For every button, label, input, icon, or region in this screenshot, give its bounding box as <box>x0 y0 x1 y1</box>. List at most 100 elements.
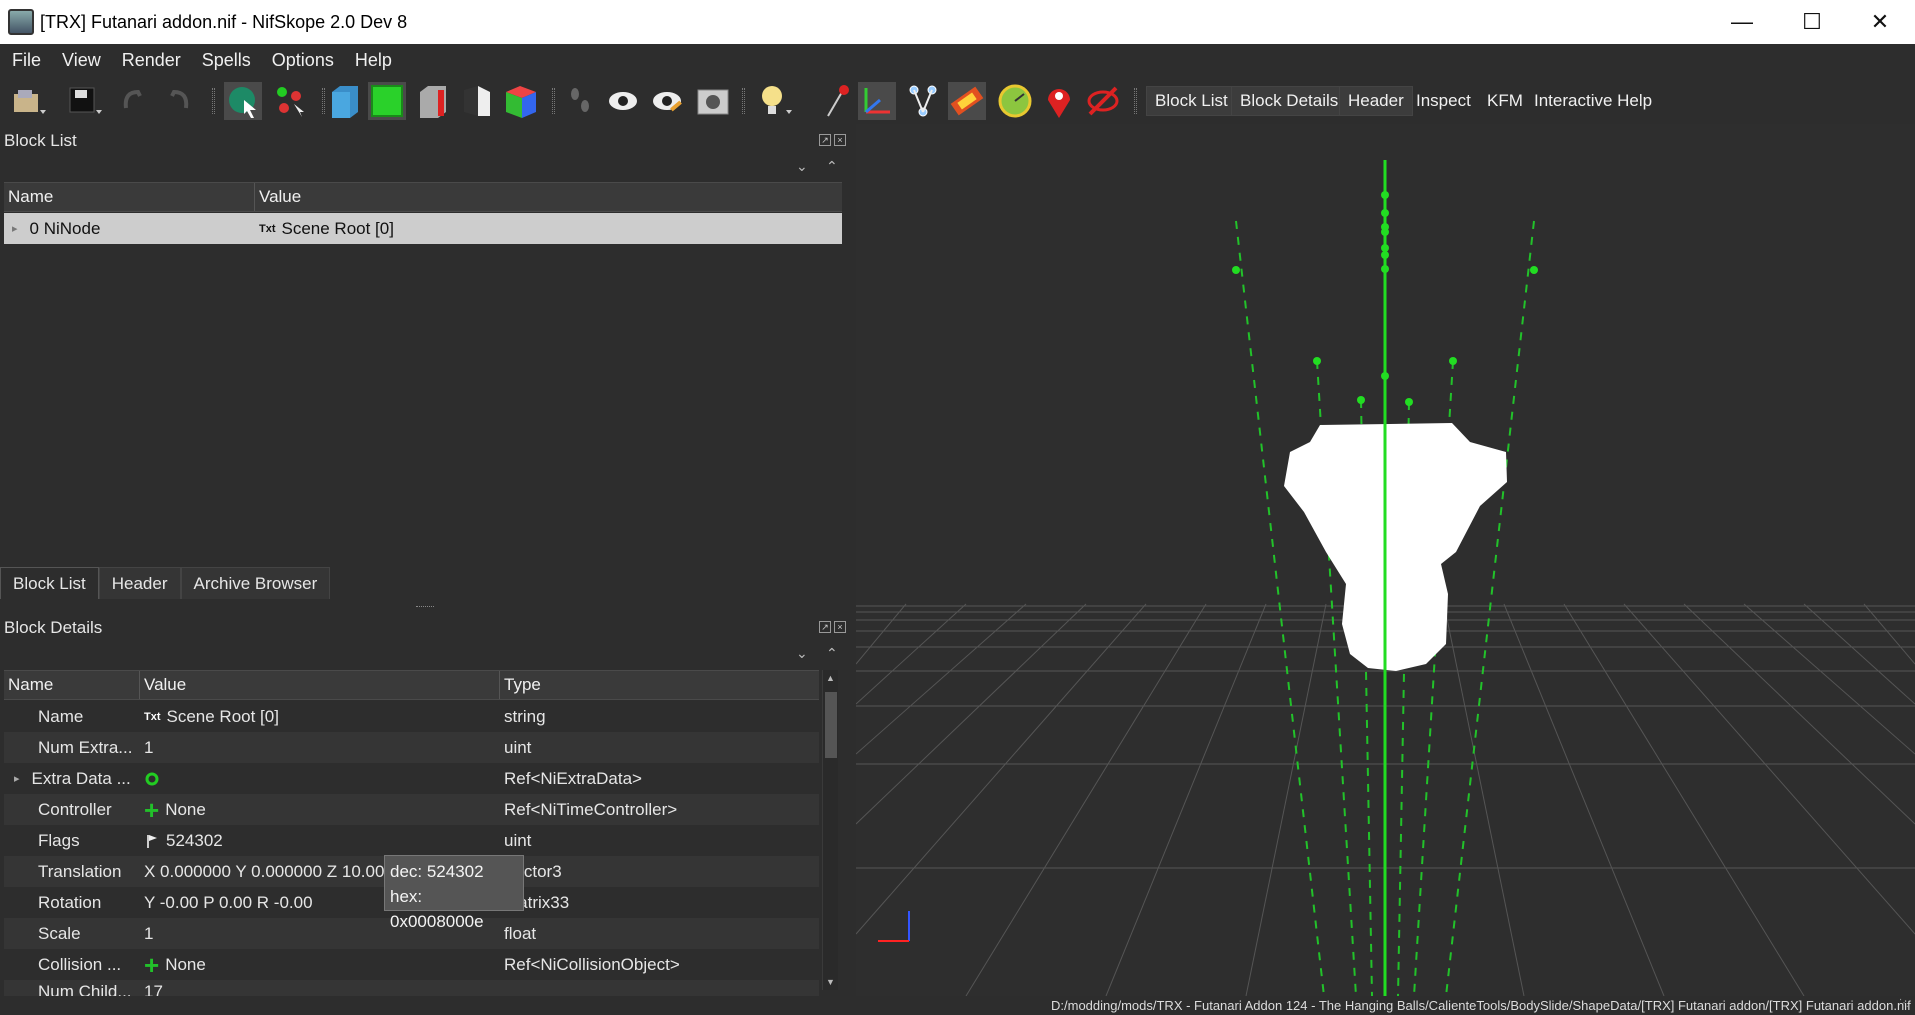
splitter-handle[interactable] <box>0 599 852 611</box>
field-name: Collision ... <box>38 954 122 974</box>
red-cube-icon[interactable] <box>414 82 452 120</box>
hide-eye-icon[interactable] <box>1084 82 1122 120</box>
toggle-block-list-button[interactable]: Block List <box>1146 86 1237 116</box>
field-value[interactable]: 1 <box>140 738 500 758</box>
table-row[interactable]: Name Txt Scene Root [0] string <box>4 701 819 732</box>
save-icon[interactable] <box>66 82 104 120</box>
window-title: [TRX] Futanari addon.nif - NifSkope 2.0 … <box>40 11 408 32</box>
column-value-header[interactable]: Value <box>140 671 500 699</box>
table-row[interactable]: ▸ 0 NiNode Txt Scene Root [0] <box>4 213 842 244</box>
marker-icon[interactable] <box>1040 82 1078 120</box>
minimize-button[interactable]: — <box>1707 0 1777 44</box>
add-icon[interactable]: + <box>144 955 159 975</box>
table-row[interactable]: ▸ Extra Data ... Ref<NiExtraData> <box>4 763 819 794</box>
column-type-header[interactable]: Type <box>500 671 819 699</box>
menu-render[interactable]: Render <box>110 50 190 71</box>
panel-tabs: Block List Header Archive Browser <box>0 567 852 599</box>
table-row[interactable]: Num Child... 17 <box>4 980 819 996</box>
block-list-table-header: Name Value <box>4 182 842 212</box>
float-icon[interactable]: ↗ <box>819 134 831 146</box>
menu-view[interactable]: View <box>50 50 110 71</box>
double-sided-icon[interactable] <box>458 82 496 120</box>
field-value[interactable]: 524302 <box>166 831 223 851</box>
table-row[interactable]: Collision ... + None Ref<NiCollisionObjec… <box>4 949 819 980</box>
field-name: Num Child... <box>38 982 132 996</box>
footprints-icon[interactable] <box>562 82 600 120</box>
close-button[interactable]: ✕ <box>1845 0 1915 44</box>
block-details-panel-header: Block Details ↗ × <box>0 613 852 643</box>
scroll-up-icon[interactable]: ▲ <box>826 673 835 683</box>
flag-icon <box>147 834 157 848</box>
expand-arrow-icon[interactable]: ▸ <box>12 222 18 235</box>
maximize-button[interactable]: ☐ <box>1777 0 1847 44</box>
havok-icon[interactable] <box>948 82 986 120</box>
toolbar: Block List Block Details Header Inspect … <box>0 76 1915 124</box>
block-details-title: Block Details <box>4 618 103 637</box>
close-icon[interactable]: × <box>834 134 846 146</box>
load-icon[interactable] <box>10 82 48 120</box>
toggle-block-details-button[interactable]: Block Details <box>1231 86 1348 116</box>
float-icon[interactable]: ↗ <box>819 621 831 633</box>
scrollbar-thumb[interactable] <box>825 692 837 758</box>
menu-help[interactable]: Help <box>343 50 401 71</box>
block-details-table-header: Name Value Type <box>4 670 819 700</box>
collapse-all-icon[interactable]: ⌄ <box>796 645 808 662</box>
collapse-all-icon[interactable]: ⌄ <box>796 158 808 175</box>
text-type-icon: Txt <box>144 710 161 723</box>
constraint-icon[interactable] <box>996 82 1034 120</box>
column-name-header[interactable]: Name <box>4 183 255 211</box>
menu-options[interactable]: Options <box>260 50 343 71</box>
pin-point-icon[interactable] <box>818 82 856 120</box>
column-value-header[interactable]: Value <box>255 183 842 211</box>
textured-cube-icon[interactable] <box>368 82 406 120</box>
select-vertex-icon[interactable] <box>272 82 310 120</box>
axes-icon[interactable] <box>858 82 896 120</box>
column-name-header[interactable]: Name <box>4 671 140 699</box>
add-icon[interactable]: + <box>144 800 159 820</box>
resize-grip-icon[interactable]: ⋱ <box>1899 998 1909 1009</box>
axis-gizmo <box>878 911 910 942</box>
field-name: Scale <box>38 923 81 943</box>
eye-icon[interactable] <box>604 82 642 120</box>
table-row[interactable]: Flags 524302 uint <box>4 825 819 856</box>
expand-all-icon[interactable]: ⌃ <box>826 158 838 175</box>
title-bar: [TRX] Futanari addon.nif - NifSkope 2.0 … <box>0 0 1915 44</box>
select-object-icon[interactable] <box>224 82 262 120</box>
field-type: Ref<NiTimeController> <box>504 799 678 819</box>
dock-buttons: ↗ × <box>819 134 846 146</box>
expand-arrow-icon[interactable]: ▸ <box>14 772 20 785</box>
table-row[interactable]: Controller + None Ref<NiTimeController> <box>4 794 819 825</box>
field-name: Extra Data ... <box>31 768 131 788</box>
scroll-down-icon[interactable]: ▼ <box>826 977 835 987</box>
shaded-cube-icon[interactable] <box>326 82 364 120</box>
undo-icon[interactable] <box>116 82 154 120</box>
skeleton-nodes-icon[interactable] <box>904 82 942 120</box>
toggle-kfm-button[interactable]: KFM <box>1479 86 1531 116</box>
toggle-header-button[interactable]: Header <box>1339 86 1413 116</box>
link-icon <box>145 772 159 785</box>
3d-viewport[interactable] <box>856 124 1915 996</box>
field-name: Name <box>38 706 84 726</box>
details-scrollbar[interactable]: ▲ ▼ <box>822 670 838 990</box>
field-value[interactable]: None <box>165 800 206 820</box>
file-path: D:/modding/mods/TRX - Futanari Addon 124… <box>1051 998 1911 1013</box>
tab-archive-browser[interactable]: Archive Browser <box>180 567 331 599</box>
menu-spells[interactable]: Spells <box>190 50 260 71</box>
color-cube-icon[interactable] <box>502 82 540 120</box>
field-value[interactable]: Scene Root [0] <box>167 707 279 727</box>
light-bulb-icon[interactable] <box>756 82 794 120</box>
interactive-help-button[interactable]: Interactive Help <box>1526 86 1660 116</box>
tab-header[interactable]: Header <box>98 567 181 599</box>
tab-block-list[interactable]: Block List <box>0 567 99 599</box>
screenshot-icon[interactable] <box>694 82 732 120</box>
field-value[interactable]: 17 <box>140 982 500 996</box>
redo-icon[interactable] <box>158 82 196 120</box>
field-type: string <box>504 706 546 726</box>
menu-file[interactable]: File <box>0 50 50 71</box>
eye-edit-icon[interactable] <box>648 82 686 120</box>
table-row[interactable]: Num Extra... 1 uint <box>4 732 819 763</box>
expand-all-icon[interactable]: ⌃ <box>826 645 838 662</box>
field-value[interactable]: None <box>165 955 206 975</box>
close-icon[interactable]: × <box>834 621 846 633</box>
toggle-inspect-button[interactable]: Inspect <box>1408 86 1479 116</box>
